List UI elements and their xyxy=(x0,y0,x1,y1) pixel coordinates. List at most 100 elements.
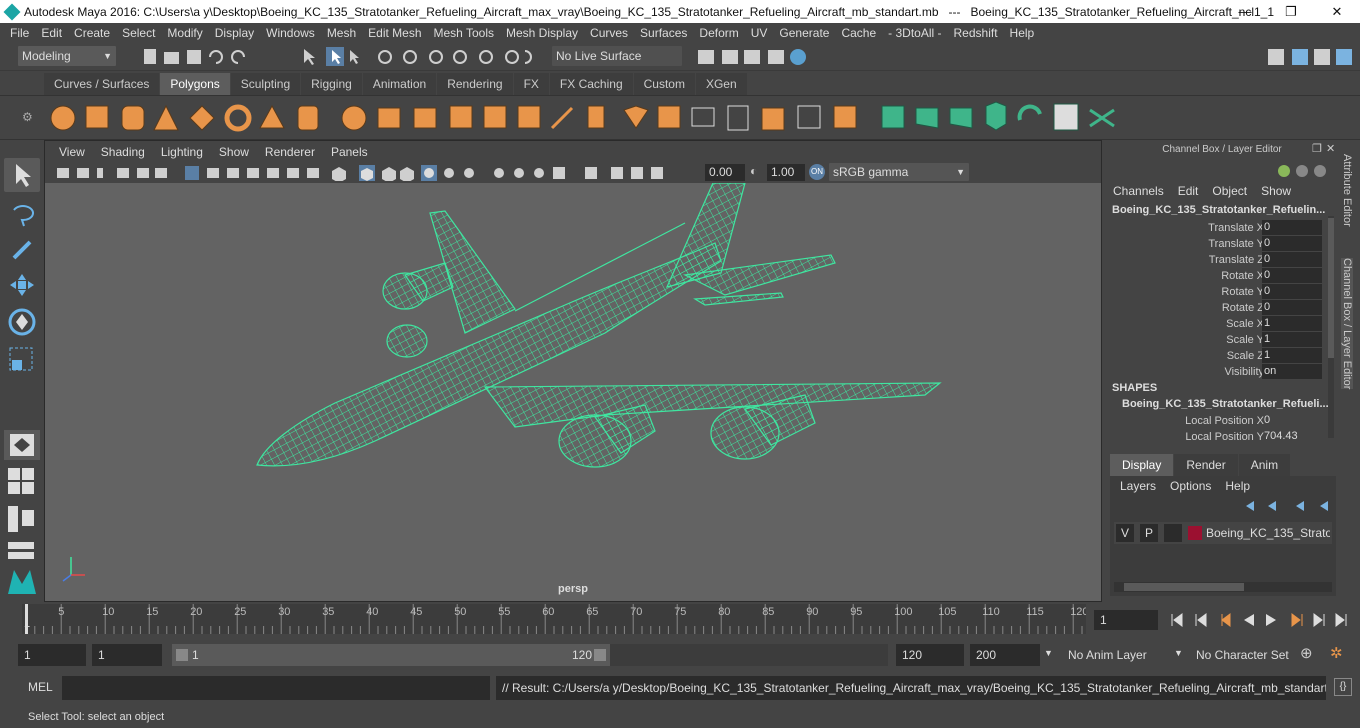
layout-side-button[interactable] xyxy=(6,504,38,537)
shape-name[interactable]: Boeing_KC_135_Stratotanker_Refueli... xyxy=(1122,398,1329,410)
menu-modify[interactable]: Modify xyxy=(161,26,208,40)
layer-tab-anim[interactable]: Anim xyxy=(1238,454,1291,476)
attr-local-position-x[interactable]: Local Position X0 xyxy=(1106,413,1324,429)
attr-value[interactable]: 0 xyxy=(1262,268,1322,283)
attr-rotate-z[interactable]: Rotate Z0 xyxy=(1106,300,1324,316)
select-tool-button[interactable] xyxy=(4,158,40,192)
lasso-tool-button[interactable] xyxy=(6,198,38,231)
attr-translate-z[interactable]: Translate Z0 xyxy=(1106,252,1324,268)
attr-rotate-y[interactable]: Rotate Y0 xyxy=(1106,284,1324,300)
shelf-tab-fx-caching[interactable]: FX Caching xyxy=(549,73,633,95)
time-ruler[interactable]: 5 10 15 20 25 30 35 40 45 50 55 60 65 70 75 80 85 90 95 100… xyxy=(22,604,1092,634)
vp-menu-panels[interactable]: Panels xyxy=(323,145,376,159)
layer-horizontal-scrollbar[interactable] xyxy=(1114,582,1332,592)
menu-generate[interactable]: Generate xyxy=(773,26,835,40)
range-slider-end-handle[interactable] xyxy=(594,649,606,661)
layer-menu-options[interactable]: Options xyxy=(1170,479,1211,493)
script-editor-icon[interactable]: {} xyxy=(1334,678,1352,696)
shelf-tab-rendering[interactable]: Rendering xyxy=(437,73,513,95)
vp-menu-view[interactable]: View xyxy=(51,145,93,159)
menu-display[interactable]: Display xyxy=(209,26,260,40)
playback-start-field[interactable]: 1 xyxy=(92,644,162,666)
layer-name[interactable]: Boeing_KC_135_Stratotar xyxy=(1206,522,1330,544)
shelf-tab-fx[interactable]: FX xyxy=(513,73,549,95)
menu-surfaces[interactable]: Surfaces xyxy=(634,26,693,40)
minimize-button[interactable]: — xyxy=(1222,0,1268,23)
exposure-field[interactable]: 0.00 xyxy=(705,164,745,181)
layer-tab-display[interactable]: Display xyxy=(1110,454,1174,476)
vp-menu-show[interactable]: Show xyxy=(211,145,257,159)
menu-cache[interactable]: Cache xyxy=(835,26,882,40)
vp-menu-lighting[interactable]: Lighting xyxy=(153,145,211,159)
layer-menu-help[interactable]: Help xyxy=(1225,479,1250,493)
paint-select-tool-button[interactable] xyxy=(6,234,38,267)
layer-row[interactable]: V P Boeing_KC_135_Stratotar xyxy=(1114,522,1332,544)
attr-value[interactable]: 0 xyxy=(1262,220,1322,235)
attr-value[interactable]: 0 xyxy=(1262,284,1322,299)
chevron-down-icon[interactable]: ▼ xyxy=(1174,648,1183,658)
attr-local-position-y[interactable]: Local Position Y 704.43 xyxy=(1106,429,1324,445)
range-slider[interactable]: 1 120 xyxy=(172,644,610,666)
float-panel-icon[interactable]: ❐ xyxy=(1312,142,1322,155)
command-input[interactable] xyxy=(62,676,490,700)
playback-preferences-icon[interactable]: ✲ xyxy=(1330,644,1343,662)
attr-value[interactable]: 0 xyxy=(1262,413,1322,428)
attr-value[interactable]: on xyxy=(1262,364,1322,379)
menu-select[interactable]: Select xyxy=(116,26,161,40)
playback-end-field[interactable]: 120 xyxy=(896,644,964,666)
scene-start-field[interactable]: 1 xyxy=(18,644,86,666)
3d-viewport[interactable]: persp xyxy=(45,183,1101,601)
live-surface-field[interactable]: No Live Surface xyxy=(552,46,682,66)
menu-windows[interactable]: Windows xyxy=(260,26,321,40)
attr-value[interactable]: 0 xyxy=(1262,300,1322,315)
channel-box-tab[interactable]: Channel Box / Layer Editor xyxy=(1341,258,1353,390)
close-panel-icon[interactable]: ✕ xyxy=(1326,142,1335,155)
chevron-down-icon[interactable]: ▼ xyxy=(1044,648,1053,658)
menu-deform[interactable]: Deform xyxy=(693,26,744,40)
attr-scale-x[interactable]: Scale X1 xyxy=(1106,316,1324,332)
anim-layer-dropdown[interactable]: No Anim Layer xyxy=(1062,644,1162,666)
layer-visibility-toggle[interactable]: V xyxy=(1116,524,1134,542)
maximize-button[interactable]: ❐ xyxy=(1268,0,1314,23)
menu-mesh[interactable]: Mesh xyxy=(321,26,362,40)
shelf-tab-rigging[interactable]: Rigging xyxy=(301,73,362,95)
rotate-tool-button[interactable] xyxy=(6,306,38,341)
vp-menu-shading[interactable]: Shading xyxy=(93,145,153,159)
cb-menu-object[interactable]: Object xyxy=(1205,184,1254,198)
range-slider-start-handle[interactable] xyxy=(176,649,188,661)
attr-value[interactable]: 0 xyxy=(1262,252,1322,267)
attr-value[interactable]: 0 xyxy=(1262,236,1322,251)
layer-tab-render[interactable]: Render xyxy=(1174,454,1238,476)
shelf-tab-animation[interactable]: Animation xyxy=(362,73,437,95)
attr-value[interactable]: 704.43 xyxy=(1262,429,1322,444)
color-management-toggle-icon[interactable]: ON xyxy=(809,164,825,180)
attr-rotate-x[interactable]: Rotate X0 xyxy=(1106,268,1324,284)
maya-home-button[interactable] xyxy=(6,566,38,599)
scene-end-field[interactable]: 200 xyxy=(970,644,1040,666)
scale-tool-button[interactable] xyxy=(6,344,38,377)
menu-file[interactable]: File xyxy=(4,26,35,40)
move-tool-button[interactable] xyxy=(6,270,38,303)
attr-value[interactable]: 1 xyxy=(1262,332,1322,347)
character-set-dropdown[interactable]: No Character Set xyxy=(1190,644,1292,666)
menu-redshift[interactable]: Redshift xyxy=(948,26,1004,40)
mode-selector[interactable]: Modeling ▼ xyxy=(18,46,116,66)
attr-value[interactable]: 1 xyxy=(1262,348,1322,363)
attr-visibility[interactable]: Visibility on xyxy=(1106,364,1324,380)
menu-3dtoall[interactable]: - 3DtoAll - xyxy=(882,26,947,40)
shelf-tab-polygons[interactable]: Polygons xyxy=(160,73,230,95)
layout-stack-button[interactable] xyxy=(6,540,38,565)
layer-playback-toggle[interactable]: P xyxy=(1140,524,1158,542)
menu-create[interactable]: Create xyxy=(68,26,116,40)
attr-scale-z[interactable]: Scale Z1 xyxy=(1106,348,1324,364)
gamma-field[interactable]: 1.00 xyxy=(767,164,805,181)
attr-translate-x[interactable]: Translate X0 xyxy=(1106,220,1324,236)
attr-translate-y[interactable]: Translate Y0 xyxy=(1106,236,1324,252)
auto-key-icon[interactable]: ⊕ xyxy=(1300,644,1313,662)
layout-single-button[interactable] xyxy=(4,430,40,460)
shelf-tab-xgen[interactable]: XGen xyxy=(695,73,747,95)
menu-edit[interactable]: Edit xyxy=(35,26,68,40)
close-button[interactable]: ✕ xyxy=(1314,0,1360,23)
menu-uv[interactable]: UV xyxy=(745,26,774,40)
cb-menu-channels[interactable]: Channels xyxy=(1106,184,1171,198)
